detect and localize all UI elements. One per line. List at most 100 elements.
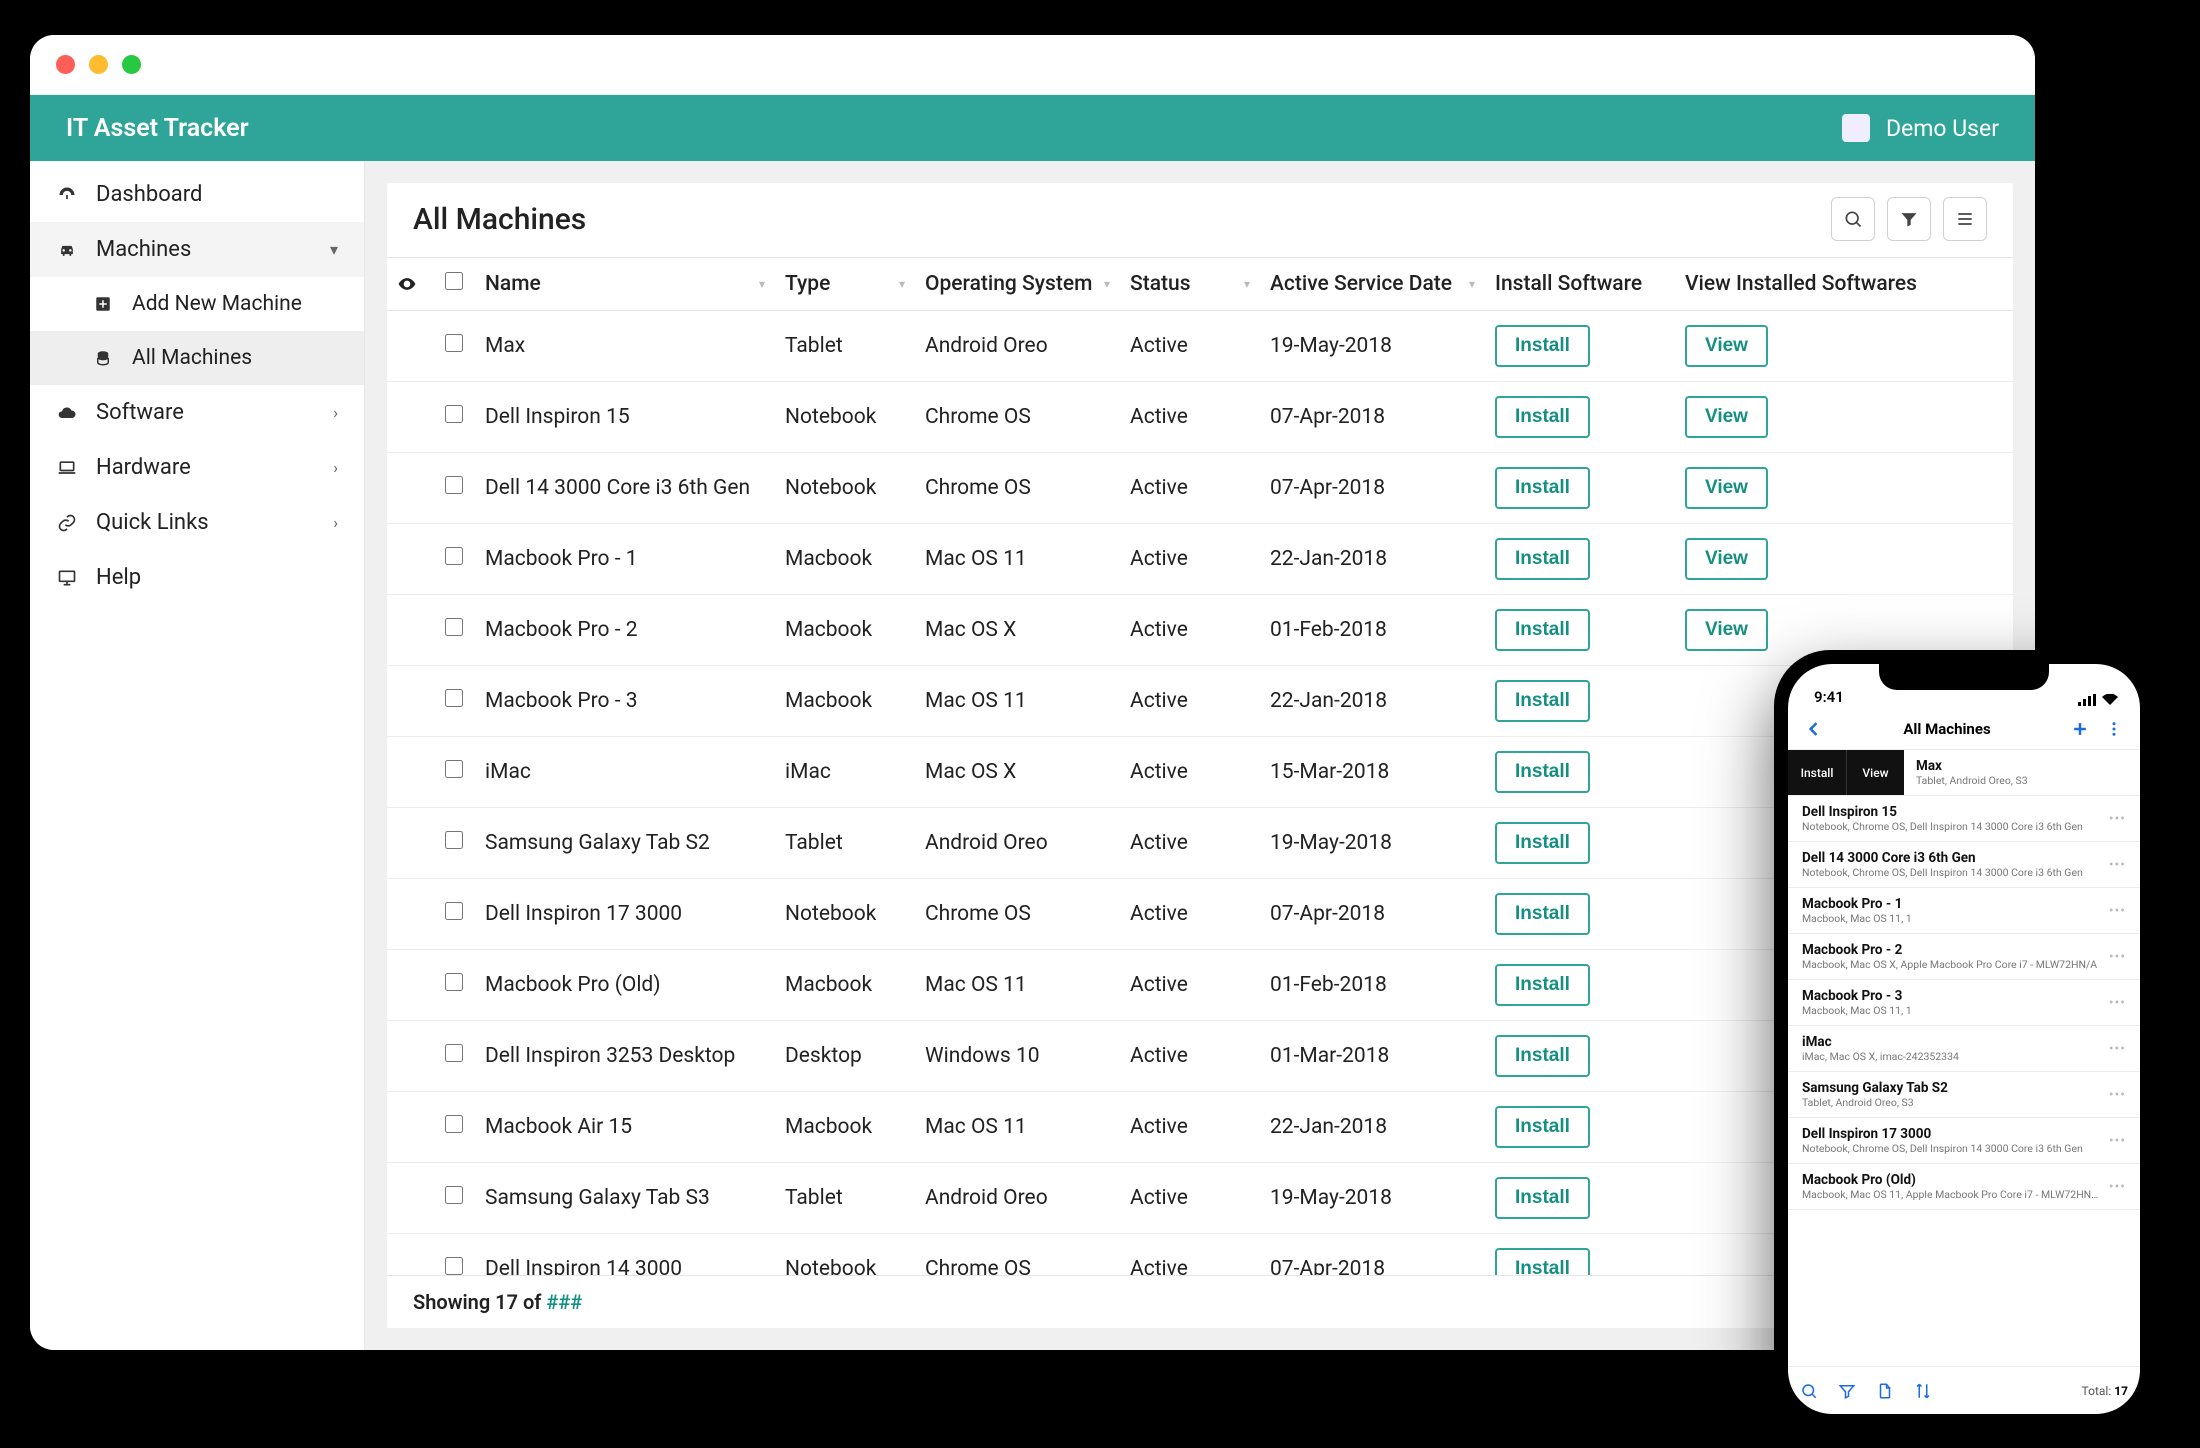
- list-item-more-button[interactable]: •••: [2109, 811, 2126, 827]
- list-item-more-button[interactable]: •••: [2109, 1179, 2126, 1195]
- install-button[interactable]: Install: [1495, 680, 1590, 722]
- table-row[interactable]: Dell Inspiron 14 3000NotebookChrome OSAc…: [387, 1234, 2013, 1276]
- column-type[interactable]: Type▾: [775, 258, 915, 311]
- row-checkbox[interactable]: [445, 689, 463, 707]
- install-button[interactable]: Install: [1495, 893, 1590, 935]
- table-row[interactable]: Dell Inspiron 3253 DesktopDesktopWindows…: [387, 1021, 2013, 1092]
- select-all-checkbox[interactable]: [445, 272, 463, 290]
- view-button[interactable]: View: [1685, 325, 1768, 367]
- row-checkbox[interactable]: [445, 973, 463, 991]
- view-button[interactable]: View: [1685, 467, 1768, 509]
- list-item-more-button[interactable]: •••: [2109, 1087, 2126, 1103]
- overflow-button[interactable]: [2102, 720, 2126, 738]
- table-row[interactable]: Samsung Galaxy Tab S2TabletAndroid OreoA…: [387, 808, 2013, 879]
- install-button[interactable]: Install: [1495, 467, 1590, 509]
- sidebar-item-add-new-machine[interactable]: Add New Machine: [30, 277, 364, 331]
- table-row[interactable]: Macbook Pro - 1MacbookMac OS 11Active22-…: [387, 524, 2013, 595]
- table-row[interactable]: MaxTabletAndroid OreoActive19-May-2018In…: [387, 311, 2013, 382]
- list-item[interactable]: Macbook Pro - 3Macbook, Mac OS 11, 1•••: [1788, 980, 2140, 1026]
- install-button[interactable]: Install: [1495, 822, 1590, 864]
- filter-button[interactable]: [1887, 197, 1931, 241]
- install-button[interactable]: Install: [1495, 538, 1590, 580]
- row-checkbox[interactable]: [445, 547, 463, 565]
- install-button[interactable]: Install: [1495, 396, 1590, 438]
- phone-search-button[interactable]: [1800, 1382, 1818, 1400]
- column-status[interactable]: Status▾: [1120, 258, 1260, 311]
- search-button[interactable]: [1831, 197, 1875, 241]
- row-checkbox[interactable]: [445, 1115, 463, 1133]
- row-checkbox[interactable]: [445, 831, 463, 849]
- list-item[interactable]: Dell 14 3000 Core i3 6th GenNotebook, Ch…: [1788, 842, 2140, 888]
- sidebar-item-machines[interactable]: Machines ▾: [30, 222, 364, 277]
- install-button[interactable]: Install: [1495, 1106, 1590, 1148]
- column-select-all[interactable]: [435, 258, 475, 311]
- column-eye[interactable]: [387, 258, 435, 311]
- view-button[interactable]: View: [1685, 538, 1768, 580]
- sidebar-item-software[interactable]: Software ›: [30, 385, 364, 440]
- table-row[interactable]: Dell Inspiron 17 3000NotebookChrome OSAc…: [387, 879, 2013, 950]
- row-checkbox[interactable]: [445, 902, 463, 920]
- list-item[interactable]: Dell Inspiron 15Notebook, Chrome OS, Del…: [1788, 796, 2140, 842]
- column-date[interactable]: Active Service Date▾: [1260, 258, 1485, 311]
- table-row[interactable]: Dell Inspiron 15NotebookChrome OSActive0…: [387, 382, 2013, 453]
- menu-button[interactable]: [1943, 197, 1987, 241]
- column-name[interactable]: Name▾: [475, 258, 775, 311]
- user-menu[interactable]: Demo User: [1842, 114, 1999, 142]
- sidebar-item-help[interactable]: Help: [30, 550, 364, 605]
- install-button[interactable]: Install: [1495, 751, 1590, 793]
- sidebar-item-dashboard[interactable]: Dashboard: [30, 167, 364, 222]
- install-button[interactable]: Install: [1495, 1177, 1590, 1219]
- back-button[interactable]: [1802, 719, 1826, 739]
- list-item[interactable]: Dell Inspiron 17 3000Notebook, Chrome OS…: [1788, 1118, 2140, 1164]
- row-checkbox[interactable]: [445, 405, 463, 423]
- list-item[interactable]: Macbook Pro - 1Macbook, Mac OS 11, 1•••: [1788, 888, 2140, 934]
- sidebar-item-hardware[interactable]: Hardware ›: [30, 440, 364, 495]
- sidebar-item-quick-links[interactable]: Quick Links ›: [30, 495, 364, 550]
- sidebar-item-all-machines[interactable]: All Machines: [30, 331, 364, 385]
- swipe-view-button[interactable]: View: [1846, 750, 1904, 795]
- list-item-more-button[interactable]: •••: [2109, 995, 2126, 1011]
- install-button[interactable]: Install: [1495, 1248, 1590, 1275]
- column-os[interactable]: Operating System▾: [915, 258, 1120, 311]
- install-button[interactable]: Install: [1495, 609, 1590, 651]
- phone-sort-button[interactable]: [1914, 1382, 1932, 1400]
- add-button[interactable]: [2068, 719, 2092, 739]
- list-item[interactable]: iMaciMac, Mac OS X, imac-242352334•••: [1788, 1026, 2140, 1072]
- row-checkbox[interactable]: [445, 760, 463, 778]
- table-row[interactable]: Macbook Pro (Old)MacbookMac OS 11Active0…: [387, 950, 2013, 1021]
- row-checkbox[interactable]: [445, 618, 463, 636]
- row-checkbox[interactable]: [445, 334, 463, 352]
- table-row[interactable]: Macbook Pro - 2MacbookMac OS XActive01-F…: [387, 595, 2013, 666]
- install-button[interactable]: Install: [1495, 964, 1590, 1006]
- window-close-icon[interactable]: [56, 55, 75, 74]
- install-button[interactable]: Install: [1495, 1035, 1590, 1077]
- view-button[interactable]: View: [1685, 396, 1768, 438]
- phone-list[interactable]: Install View Max Tablet, Android Oreo, S…: [1788, 750, 2140, 1366]
- list-item[interactable]: Samsung Galaxy Tab S2Tablet, Android Ore…: [1788, 1072, 2140, 1118]
- list-item[interactable]: Macbook Pro (Old)Macbook, Mac OS 11, App…: [1788, 1164, 2140, 1210]
- phone-export-button[interactable]: [1876, 1382, 1894, 1400]
- list-item-swiped[interactable]: Install View Max Tablet, Android Oreo, S…: [1788, 750, 2140, 796]
- row-checkbox[interactable]: [445, 1044, 463, 1062]
- cell-name: Macbook Pro (Old): [475, 950, 775, 1021]
- row-checkbox[interactable]: [445, 476, 463, 494]
- swipe-install-button[interactable]: Install: [1788, 750, 1846, 795]
- phone-filter-button[interactable]: [1838, 1382, 1856, 1400]
- table-row[interactable]: Dell 14 3000 Core i3 6th GenNotebookChro…: [387, 453, 2013, 524]
- list-item-more-button[interactable]: •••: [2109, 1133, 2126, 1149]
- window-minimize-icon[interactable]: [89, 55, 108, 74]
- table-row[interactable]: Macbook Air 15MacbookMac OS 11Active22-J…: [387, 1092, 2013, 1163]
- list-item[interactable]: Macbook Pro - 2Macbook, Mac OS X, Apple …: [1788, 934, 2140, 980]
- list-item-more-button[interactable]: •••: [2109, 949, 2126, 965]
- table-row[interactable]: iMaciMacMac OS XActive15-Mar-2018Install: [387, 737, 2013, 808]
- table-row[interactable]: Macbook Pro - 3MacbookMac OS 11Active22-…: [387, 666, 2013, 737]
- install-button[interactable]: Install: [1495, 325, 1590, 367]
- list-item-more-button[interactable]: •••: [2109, 1041, 2126, 1057]
- row-checkbox[interactable]: [445, 1257, 463, 1275]
- list-item-more-button[interactable]: •••: [2109, 857, 2126, 873]
- view-button[interactable]: View: [1685, 609, 1768, 651]
- table-row[interactable]: Samsung Galaxy Tab S3TabletAndroid OreoA…: [387, 1163, 2013, 1234]
- window-zoom-icon[interactable]: [122, 55, 141, 74]
- row-checkbox[interactable]: [445, 1186, 463, 1204]
- list-item-more-button[interactable]: •••: [2109, 903, 2126, 919]
